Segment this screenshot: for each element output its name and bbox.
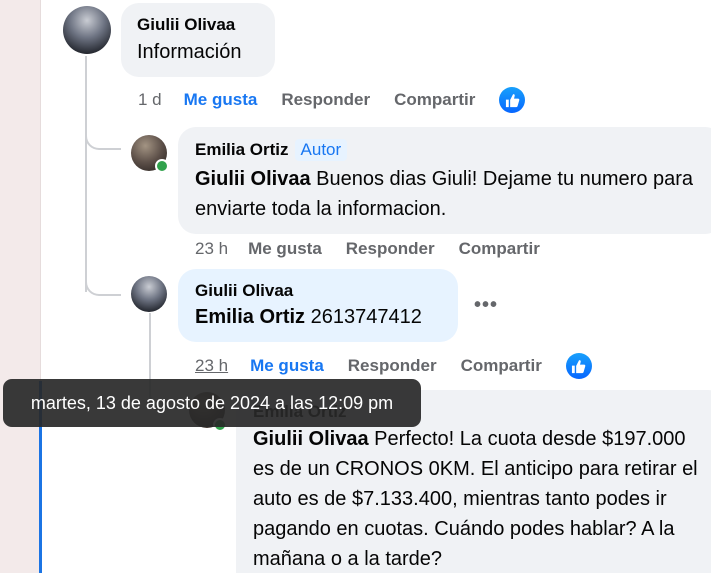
comment-actions: 23 h Me gusta Responder Compartir (195, 238, 564, 260)
reply-button[interactable]: Responder (346, 239, 435, 259)
author-badge: Autor (294, 139, 348, 161)
left-band (0, 0, 40, 573)
comment-time[interactable]: 1 d (138, 90, 162, 110)
comment-text: Giulii Olivaa Buenos dias Giuli! Dejame … (195, 164, 706, 224)
avatar[interactable] (63, 6, 111, 54)
comment-actions: 1 d Me gusta Responder Compartir (138, 87, 526, 113)
share-button[interactable]: Compartir (394, 90, 475, 110)
more-dots-icon[interactable]: ••• (474, 294, 498, 317)
comment-time[interactable]: 23 h (195, 356, 228, 376)
comment-author[interactable]: Emilia Ortiz (195, 140, 289, 160)
comment-text: Emilia Ortiz 2613747412 (195, 302, 441, 332)
comment-body: 2613747412 (305, 306, 422, 328)
share-button[interactable]: Compartir (459, 239, 540, 259)
thread-connector (85, 126, 121, 150)
timestamp-tooltip: martes, 13 de agosto de 2024 a las 12:09… (3, 379, 421, 427)
comment-text: Giulii Olivaa Perfecto! La cuota desde $… (253, 424, 709, 573)
thread-line (85, 56, 87, 292)
like-button[interactable]: Me gusta (250, 356, 324, 376)
comment-bubble: Giulii Olivaa Emilia Ortiz 2613747412 (178, 269, 458, 342)
comment-author[interactable]: Giulii Olivaa (137, 15, 259, 35)
comment-time[interactable]: 23 h (195, 239, 228, 259)
mention-link[interactable]: Giulii Olivaa (253, 428, 369, 450)
like-button[interactable]: Me gusta (184, 90, 258, 110)
comment-bubble: Giulii Olivaa Información (121, 3, 275, 77)
mention-link[interactable]: Giulii Olivaa (195, 168, 311, 190)
thread-connector (85, 272, 121, 296)
comment-text: Información (137, 41, 242, 63)
online-status-dot (155, 159, 169, 173)
comment-bubble: Emilia Ortiz Autor Giulii Olivaa Buenos … (178, 127, 711, 234)
thumbs-up-icon[interactable] (499, 87, 526, 113)
reply-button[interactable]: Responder (348, 356, 437, 376)
reply-button[interactable]: Responder (281, 90, 370, 110)
comment-actions: 23 h Me gusta Responder Compartir (195, 353, 592, 379)
share-button[interactable]: Compartir (461, 356, 542, 376)
comment-thread: Giulii Olivaa Información 1 d Me gusta R… (0, 0, 711, 573)
like-button[interactable]: Me gusta (248, 239, 322, 259)
thumbs-up-icon[interactable] (565, 353, 592, 379)
mention-link[interactable]: Emilia Ortiz (195, 306, 305, 328)
avatar[interactable] (131, 276, 167, 312)
comment-author[interactable]: Giulii Olivaa (195, 281, 441, 301)
